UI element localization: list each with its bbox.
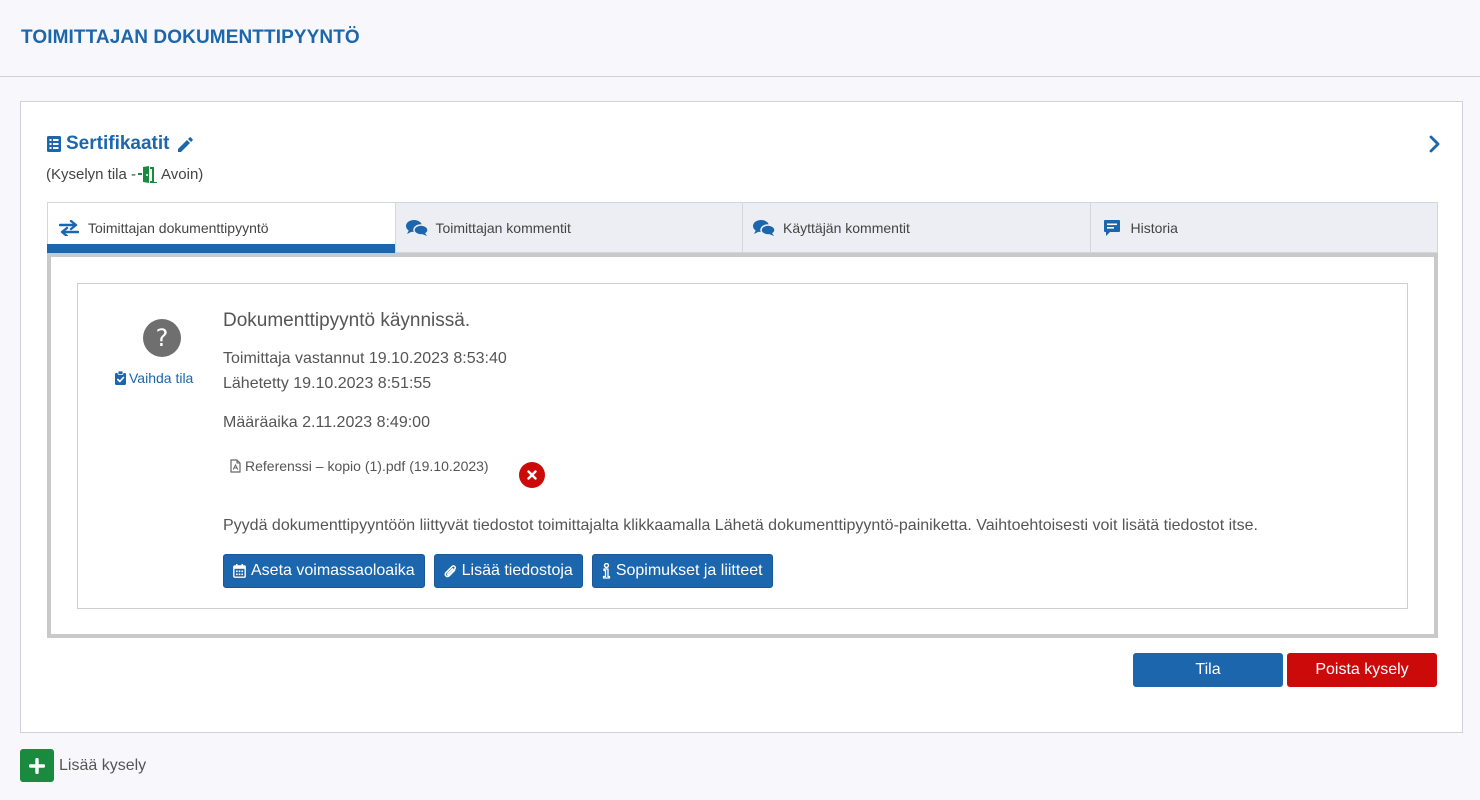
calendar-icon	[233, 564, 246, 578]
document-request-box: ? Vaihda tila Dokumenttipyyntö käynnissä…	[77, 283, 1408, 609]
tab-label: Toimittajan dokumenttipyyntö	[88, 220, 269, 236]
deadline: Määräaika 2.11.2023 8:49:00	[223, 414, 430, 431]
remove-file-button[interactable]	[519, 462, 545, 488]
survey-status: (Kyselyn tila - Avoin)	[46, 166, 203, 183]
question-icon: ?	[143, 319, 181, 357]
message-icon	[1101, 219, 1123, 237]
list-icon	[47, 136, 61, 152]
tab-supplier-document-request[interactable]: Toimittajan dokumenttipyyntö	[47, 202, 395, 253]
state-button[interactable]: Tila	[1133, 653, 1283, 687]
tab-label: Käyttäjän kommentit	[783, 219, 910, 236]
contracts-attachments-label: Sopimukset ja liitteet	[615, 562, 763, 579]
tab-bar: Toimittajan dokumenttipyyntö Toimittajan…	[47, 202, 1438, 253]
paperclip-icon	[444, 564, 456, 577]
clipboard-check-icon	[115, 371, 126, 385]
status-prefix: (Kyselyn tila -	[46, 166, 137, 183]
contracts-attachments-button[interactable]: Sopimukset ja liitteet	[591, 554, 773, 588]
request-actions: Aseta voimassaoloaika Lisää tiedostoja S…	[223, 554, 773, 588]
info-icon	[602, 563, 610, 579]
request-instructions: Pyydä dokumenttipyyntöön liittyvät tiedo…	[223, 517, 1258, 534]
change-state-link[interactable]: Vaihda tila	[115, 370, 193, 386]
survey-card: Sertifikaatit (Kyselyn tila - Avoin) Toi…	[20, 101, 1463, 733]
page-header: TOIMITTAJAN DOKUMENTTIPYYNTÖ	[0, 0, 1480, 77]
add-survey-label: Lisää kysely	[59, 756, 147, 774]
survey-title: Sertifikaatit	[66, 133, 170, 154]
tab-user-comments[interactable]: Käyttäjän kommentit	[742, 202, 1090, 253]
comments-icon	[753, 219, 775, 237]
exchange-arrows-icon	[58, 219, 80, 237]
tab-label: Historia	[1130, 219, 1178, 236]
delete-survey-button[interactable]: Poista kysely	[1287, 653, 1437, 687]
tab-panel: ? Vaihda tila Dokumenttipyyntö käynnissä…	[47, 253, 1438, 638]
attached-file[interactable]: Referenssi – kopio (1).pdf (19.10.2023)	[230, 458, 489, 474]
pdf-file-icon	[230, 459, 241, 473]
request-headline: Dokumenttipyyntö käynnissä.	[223, 310, 471, 331]
supplier-responded: Toimittaja vastannut 19.10.2023 8:53:40	[223, 350, 507, 367]
chevron-right-icon[interactable]	[1429, 135, 1440, 153]
change-state-label: Vaihda tila	[129, 370, 194, 386]
comments-icon	[405, 219, 428, 237]
file-label: Referenssi – kopio (1).pdf (19.10.2023)	[245, 458, 489, 474]
set-validity-label: Aseta voimassaoloaika	[251, 562, 415, 579]
page-title: TOIMITTAJAN DOKUMENTTIPYYNTÖ	[21, 27, 360, 48]
tab-history[interactable]: Historia	[1089, 202, 1438, 253]
close-icon	[527, 470, 537, 480]
add-files-button[interactable]: Lisää tiedostoja	[433, 554, 583, 588]
sent-date: Lähetetty 19.10.2023 8:51:55	[223, 375, 432, 392]
set-validity-button[interactable]: Aseta voimassaoloaika	[223, 554, 425, 588]
add-survey-button[interactable]: Lisää kysely	[20, 749, 146, 782]
tab-label: Toimittajan kommentit	[435, 219, 571, 236]
tab-supplier-comments[interactable]: Toimittajan kommentit	[394, 202, 742, 253]
door-open-icon	[138, 166, 158, 183]
pencil-icon[interactable]	[177, 136, 194, 153]
survey-header: Sertifikaatit	[47, 133, 194, 155]
add-files-label: Lisää tiedostoja	[461, 562, 573, 579]
plus-icon	[20, 749, 54, 782]
status-value: Avoin)	[161, 166, 204, 183]
